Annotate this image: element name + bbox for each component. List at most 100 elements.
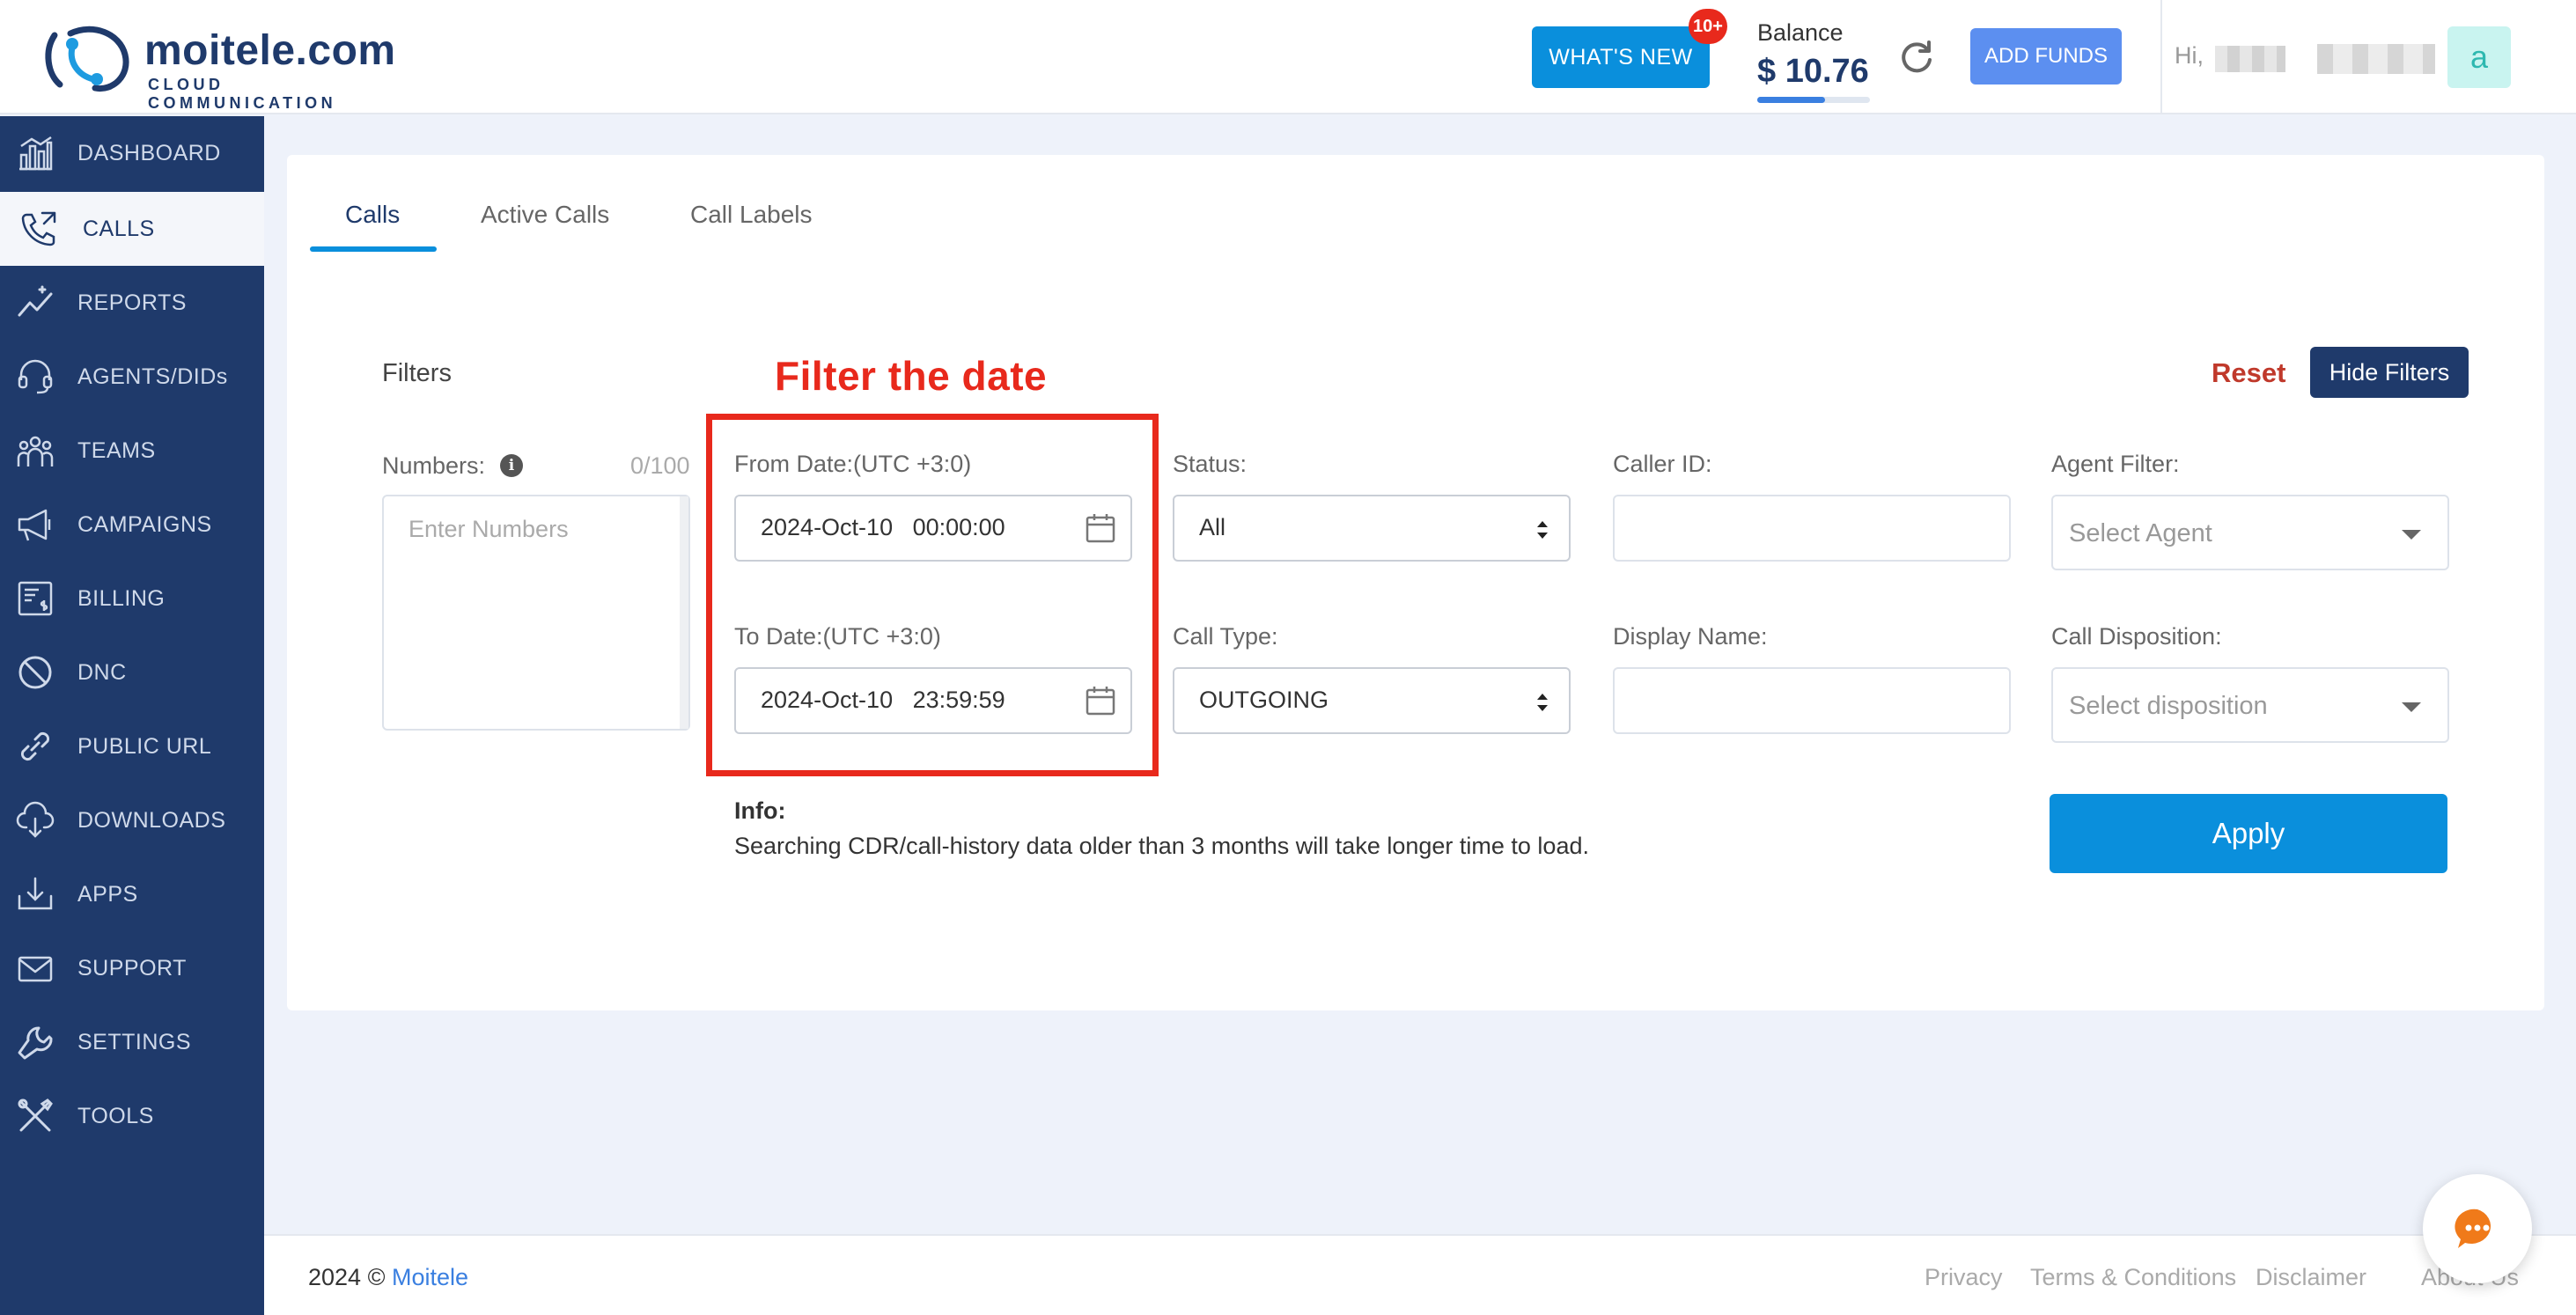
moitele-logo[interactable]: moitele.com CLOUD COMMUNICATION — [40, 21, 410, 112]
info-text: Searching CDR/call-history data older th… — [734, 833, 1589, 859]
chat-button[interactable] — [2423, 1174, 2532, 1283]
whats-new-badge: 10+ — [1689, 9, 1727, 44]
filters-title: Filters — [382, 359, 452, 387]
apps-download-icon — [14, 873, 56, 915]
add-funds-button[interactable]: ADD FUNDS — [1970, 28, 2122, 84]
sidebar-item-reports[interactable]: REPORTS — [0, 266, 264, 340]
tab-calls[interactable]: Calls — [345, 201, 400, 229]
reset-button[interactable]: Reset — [2212, 357, 2285, 389]
whats-new-button[interactable]: WHAT'S NEW — [1532, 26, 1710, 88]
annotation-highlight-box — [706, 414, 1159, 776]
sidebar-item-apps[interactable]: APPS — [0, 857, 264, 931]
user-avatar[interactable]: a — [2447, 26, 2511, 88]
disclaimer-link[interactable]: Disclaimer — [2256, 1264, 2366, 1291]
balance-progress-bar — [1757, 97, 1870, 103]
chat-bubble-icon — [2455, 1208, 2491, 1248]
sidebar-item-calls[interactable]: CALLS — [0, 192, 264, 266]
sidebar-item-public-url[interactable]: PUBLIC URL — [0, 709, 264, 783]
agent-filter-label: Agent Filter: — [2051, 451, 2180, 477]
caller-id-label: Caller ID: — [1613, 451, 1712, 477]
info-icon[interactable]: i — [500, 454, 523, 477]
link-icon — [14, 725, 56, 768]
headset-icon — [14, 356, 56, 398]
sidebar-item-tools[interactable]: TOOLS — [0, 1079, 264, 1153]
caller-id-input[interactable] — [1613, 495, 2011, 562]
display-name-label: Display Name: — [1613, 623, 1768, 650]
sidebar-item-label: SETTINGS — [77, 1029, 192, 1054]
info-title: Info: — [734, 797, 786, 824]
balance-progress-fill — [1757, 97, 1825, 103]
sidebar-item-label: AGENTS/DIDs — [77, 364, 228, 389]
sidebar-item-support[interactable]: SUPPORT — [0, 931, 264, 1005]
chevron-down-icon — [2402, 702, 2421, 712]
dashboard-icon — [14, 132, 56, 174]
logo-wordmark: moitele.com — [144, 27, 396, 74]
numbers-label: Numbers: — [382, 452, 486, 479]
sidebar-item-downloads[interactable]: DOWNLOADS — [0, 783, 264, 857]
agent-select[interactable]: Select Agent — [2051, 495, 2449, 570]
tab-call-labels[interactable]: Call Labels — [690, 201, 813, 229]
sidebar-item-label: BILLING — [77, 585, 166, 611]
textarea-scrollbar[interactable] — [680, 496, 688, 729]
sidebar-item-billing[interactable]: BILLING — [0, 562, 264, 635]
numbers-counter: 0/100 — [630, 452, 690, 479]
sidebar-item-label: REPORTS — [77, 290, 187, 315]
calls-icon — [18, 208, 60, 250]
sidebar-item-label: DNC — [77, 659, 127, 685]
redacted-username — [2215, 46, 2285, 72]
wrench-icon — [14, 1021, 56, 1063]
disposition-placeholder: Select disposition — [2069, 692, 2268, 720]
select-arrows-icon — [1537, 694, 1548, 711]
call-disposition-label: Call Disposition: — [2051, 623, 2222, 650]
balance-value: $ 10.76 — [1757, 53, 1869, 90]
billing-icon — [14, 577, 56, 620]
logo-mark-icon — [45, 26, 129, 92]
sidebar-item-dashboard[interactable]: DASHBOARD — [0, 116, 264, 190]
active-tab-indicator — [310, 246, 437, 252]
balance-label: Balance — [1757, 19, 1844, 46]
greeting-text: Hi, — [2175, 42, 2204, 69]
megaphone-icon — [14, 503, 56, 546]
select-arrows-icon — [1537, 521, 1548, 539]
ban-icon — [14, 651, 56, 694]
sidebar-item-label: CAMPAIGNS — [77, 511, 212, 537]
hide-filters-button[interactable]: Hide Filters — [2310, 347, 2469, 398]
header-divider — [2160, 0, 2162, 114]
sidebar-item-label: CALLS — [83, 216, 155, 241]
tab-active-calls[interactable]: Active Calls — [481, 201, 609, 229]
footer: 2024 © Moitele Privacy Terms & Condition… — [264, 1234, 2576, 1315]
terms-link[interactable]: Terms & Conditions — [2030, 1264, 2236, 1291]
apply-button[interactable]: Apply — [2050, 794, 2447, 873]
call-type-value: OUTGOING — [1199, 687, 1328, 713]
chevron-down-icon — [2402, 530, 2421, 540]
company-link[interactable]: Moitele — [392, 1264, 468, 1290]
status-select[interactable]: All — [1173, 495, 1571, 562]
sidebar: DASHBOARD CALLS REPORTS AGENTS/DIDs TEAM… — [0, 116, 264, 1315]
status-value: All — [1199, 514, 1226, 540]
refresh-icon[interactable] — [1896, 37, 1937, 77]
annotation-text: Filter the date — [775, 353, 1048, 399]
sidebar-item-label: SUPPORT — [77, 955, 187, 981]
call-type-select[interactable]: OUTGOING — [1173, 667, 1571, 734]
sidebar-item-label: APPS — [77, 881, 138, 907]
sidebar-item-campaigns[interactable]: CAMPAIGNS — [0, 488, 264, 562]
sidebar-item-label: TOOLS — [77, 1103, 154, 1128]
envelope-icon — [14, 947, 56, 989]
display-name-input[interactable] — [1613, 667, 2011, 734]
sidebar-item-settings[interactable]: SETTINGS — [0, 1005, 264, 1079]
numbers-textarea[interactable]: Enter Numbers — [382, 495, 690, 731]
sidebar-item-teams[interactable]: TEAMS — [0, 414, 264, 488]
sidebar-item-dnc[interactable]: DNC — [0, 635, 264, 709]
cloud-download-icon — [14, 799, 56, 841]
sidebar-item-label: DASHBOARD — [77, 140, 221, 165]
disposition-select[interactable]: Select disposition — [2051, 667, 2449, 743]
status-label: Status: — [1173, 451, 1248, 477]
top-header: moitele.com CLOUD COMMUNICATION WHAT'S N… — [0, 0, 2576, 114]
privacy-link[interactable]: Privacy — [1925, 1264, 2003, 1291]
sidebar-item-agents[interactable]: AGENTS/DIDs — [0, 340, 264, 414]
copyright: 2024 © Moitele — [308, 1264, 469, 1290]
teams-icon — [14, 430, 56, 472]
agent-placeholder: Select Agent — [2069, 519, 2212, 547]
sidebar-item-label: PUBLIC URL — [77, 733, 212, 759]
call-type-label: Call Type: — [1173, 623, 1278, 650]
